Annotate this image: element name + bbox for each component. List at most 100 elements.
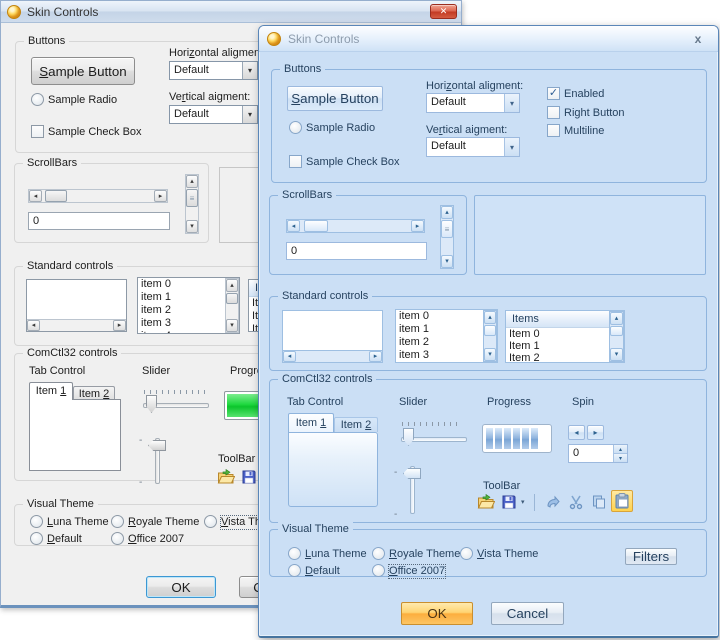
- radio-default-label[interactable]: Default: [47, 533, 82, 546]
- scroll-down-icon[interactable]: ▾: [441, 255, 453, 268]
- vertical-scrollbar[interactable]: ▴ ▾: [609, 311, 624, 362]
- vslider-thumb[interactable]: [403, 468, 421, 479]
- open-icon[interactable]: [216, 467, 236, 487]
- radio-luna[interactable]: [30, 515, 43, 528]
- horizontal-scrollbar[interactable]: ◂ ▸: [286, 219, 425, 233]
- scrollbar-track[interactable]: [226, 292, 238, 319]
- list-item[interactable]: Item 0: [506, 328, 609, 340]
- scrollbar-track[interactable]: [40, 320, 113, 331]
- sample-checkbox[interactable]: [289, 155, 302, 168]
- scrollbar-thumb[interactable]: [45, 190, 67, 202]
- memo-box[interactable]: ◂ ▸: [282, 310, 383, 363]
- listview-header[interactable]: Items: [506, 311, 610, 328]
- save-icon[interactable]: [499, 492, 519, 512]
- scrollbar-track[interactable]: [610, 325, 623, 348]
- radio-luna[interactable]: [288, 547, 301, 560]
- spin-value[interactable]: 0: [569, 445, 613, 462]
- scroll-up-icon[interactable]: ▴: [610, 312, 623, 325]
- radio-vista[interactable]: [204, 515, 217, 528]
- scroll-right-icon[interactable]: ▸: [411, 220, 424, 232]
- cancel-button[interactable]: Cancel: [491, 602, 564, 625]
- listbox[interactable]: item 0 item 1 item 2 item 3 item 4 ▴ ▾: [137, 277, 240, 334]
- radio-default[interactable]: [288, 564, 301, 577]
- sample-checkbox-label[interactable]: Sample Check Box: [306, 156, 400, 169]
- scrollbar-track[interactable]: [300, 220, 411, 232]
- enabled-checkbox[interactable]: ✓: [547, 87, 560, 100]
- list-item[interactable]: item 3: [396, 349, 497, 362]
- sample-checkbox[interactable]: [31, 125, 44, 138]
- listview[interactable]: Items Item 0 Item 1 Item 2 ▴ ▾: [505, 310, 625, 363]
- horizontal-alignment-combo[interactable]: Default ▾: [426, 93, 520, 113]
- tab-item-2[interactable]: Item 2: [73, 386, 115, 400]
- radio-office2007-label[interactable]: Office 2007: [389, 565, 445, 578]
- vertical-scrollbar[interactable]: ▴ ≡ ▾: [185, 174, 199, 234]
- radio-royale-label[interactable]: Royale Theme: [128, 516, 199, 529]
- list-item[interactable]: item 1: [396, 323, 497, 336]
- radio-royale[interactable]: [111, 515, 124, 528]
- tab-item-1[interactable]: Item 1: [29, 382, 73, 400]
- chevron-down-icon[interactable]: ▾: [504, 138, 519, 156]
- list-item[interactable]: item 0: [396, 310, 497, 323]
- list-item[interactable]: item 0: [138, 278, 239, 291]
- scroll-left-icon[interactable]: ◂: [27, 320, 40, 331]
- scrollbar-thumb[interactable]: [484, 325, 496, 336]
- radio-royale[interactable]: [372, 547, 385, 560]
- scroll-down-icon[interactable]: ▾: [226, 319, 238, 332]
- scrollbar-track[interactable]: [296, 351, 369, 362]
- list-item[interactable]: item 1: [138, 291, 239, 304]
- right-button-checkbox[interactable]: [547, 106, 560, 119]
- vertical-scrollbar[interactable]: ▴ ▾: [483, 310, 497, 362]
- multiline-checkbox-label[interactable]: Multiline: [564, 125, 604, 138]
- scrollbar-track[interactable]: [484, 324, 496, 348]
- save-icon[interactable]: [239, 467, 259, 487]
- scroll-right-icon[interactable]: ▸: [154, 190, 167, 202]
- scroll-left-icon[interactable]: ◂: [283, 351, 296, 362]
- horizontal-scrollbar[interactable]: ◂ ▸: [26, 319, 127, 332]
- scroll-value-field[interactable]: 0: [286, 242, 427, 260]
- open-icon[interactable]: [476, 492, 496, 512]
- scrollbar-track[interactable]: [42, 190, 154, 202]
- scroll-right-icon[interactable]: ▸: [369, 351, 382, 362]
- ok-button[interactable]: OK: [401, 602, 473, 625]
- list-item[interactable]: Item 1: [506, 340, 609, 352]
- radio-default-label[interactable]: Default: [305, 565, 340, 578]
- right-button-checkbox-label[interactable]: Right Button: [564, 107, 625, 120]
- slider-thumb[interactable]: [146, 395, 157, 413]
- list-item[interactable]: item 4: [138, 330, 239, 334]
- radio-royale-label[interactable]: Royale Theme: [389, 548, 460, 561]
- listbox[interactable]: item 0 item 1 item 2 item 3 item 4 ▴ ▾: [395, 309, 498, 363]
- undo-icon[interactable]: [543, 492, 563, 512]
- ok-button[interactable]: OK: [146, 576, 216, 598]
- horizontal-scrollbar[interactable]: ◂ ▸: [28, 189, 168, 203]
- vertical-scrollbar[interactable]: ▴ ▾: [225, 278, 239, 333]
- spin-down-icon[interactable]: ▾: [614, 454, 627, 462]
- radio-default[interactable]: [30, 532, 43, 545]
- front-titlebar[interactable]: Skin Controls: [259, 26, 718, 52]
- scroll-down-icon[interactable]: ▾: [610, 348, 623, 361]
- radio-office2007[interactable]: [111, 532, 124, 545]
- list-item[interactable]: Item 2: [506, 352, 609, 363]
- spin-up-icon[interactable]: ▴: [614, 445, 627, 454]
- scroll-left-icon[interactable]: ◂: [287, 220, 300, 232]
- spin-left-button[interactable]: ◂: [568, 425, 585, 440]
- scrollbar-thumb[interactable]: [226, 293, 238, 304]
- scroll-left-icon[interactable]: ◂: [29, 190, 42, 202]
- close-button[interactable]: x: [690, 32, 706, 48]
- vertical-alignment-combo[interactable]: Default ▾: [426, 137, 520, 157]
- spin-right-button[interactable]: ▸: [587, 425, 604, 440]
- back-titlebar[interactable]: Skin Controls: [1, 1, 461, 23]
- chevron-down-icon[interactable]: ▾: [504, 94, 519, 112]
- sample-button[interactable]: Sample Button: [287, 86, 383, 111]
- sample-radio[interactable]: [289, 121, 302, 134]
- scrollbar-thumb[interactable]: [610, 326, 623, 336]
- scrollbar-thumb[interactable]: [304, 220, 328, 232]
- radio-office2007[interactable]: [372, 564, 385, 577]
- radio-luna-label[interactable]: Luna Theme: [305, 548, 367, 561]
- sample-radio-label[interactable]: Sample Radio: [48, 94, 117, 107]
- chevron-down-icon[interactable]: ▾: [242, 106, 257, 123]
- filters-button[interactable]: Filters: [625, 548, 677, 565]
- radio-vista-label[interactable]: Vista Theme: [477, 548, 538, 561]
- cut-icon[interactable]: [566, 492, 586, 512]
- chevron-down-icon[interactable]: ▾: [242, 62, 257, 79]
- vertical-scrollbar[interactable]: ▴ ≡ ▾: [440, 205, 454, 269]
